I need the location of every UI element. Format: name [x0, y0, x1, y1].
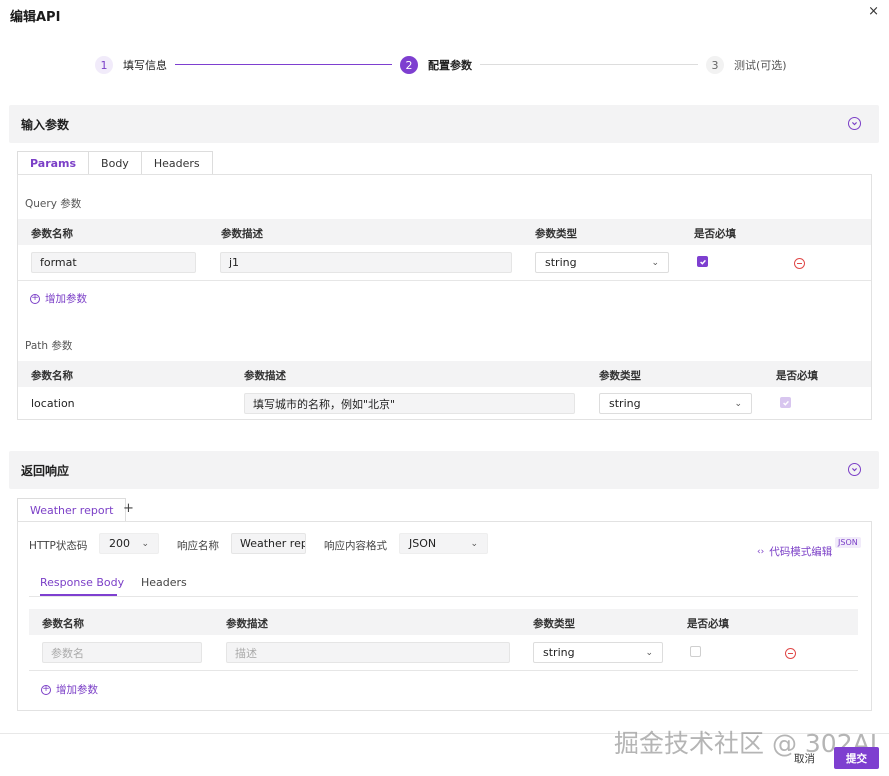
chevron-down-icon: ⌄ [470, 538, 478, 549]
path-param-name: location [31, 397, 75, 410]
path-param-desc-input[interactable]: 填写城市的名称，例如"北京" [244, 393, 575, 414]
chevron-down-icon: ⌄ [141, 538, 149, 549]
response-tabs: Weather report [17, 498, 127, 522]
tab-headers[interactable]: Headers [141, 151, 213, 175]
query-param-name-input[interactable]: format [31, 252, 196, 273]
step-2-label: 配置参数 [428, 59, 472, 72]
path-params-title: Path 参数 [25, 340, 73, 352]
col-required: 是否必填 [687, 618, 729, 630]
step-2: 2 配置参数 [400, 55, 472, 75]
query-params-title: Query 参数 [25, 198, 82, 210]
content-type-select[interactable]: JSON ⌄ [399, 533, 488, 554]
tab-params[interactable]: Params [17, 151, 90, 175]
remove-param-icon[interactable] [785, 648, 796, 659]
response-title: 返回响应 [21, 463, 70, 478]
response-param-desc-input[interactable]: 描述 [226, 642, 510, 663]
tab-response-headers[interactable]: Headers [141, 576, 187, 589]
step-1-label: 填写信息 [123, 59, 167, 72]
http-status-select[interactable]: 200 ⌄ [99, 533, 159, 554]
query-param-desc-input[interactable]: j1 [220, 252, 512, 273]
remove-param-icon[interactable] [794, 258, 805, 269]
step-1-number: 1 [95, 56, 113, 74]
path-param-type-select[interactable]: string ⌄ [599, 393, 752, 414]
add-query-param-label: 增加参数 [45, 293, 87, 305]
content-type-value: JSON [409, 537, 437, 550]
tab-weather-report[interactable]: Weather report [17, 498, 127, 522]
add-response-tab-button[interactable]: + [123, 501, 134, 516]
step-3-label: 测试(可选) [734, 59, 787, 72]
sub-tab-divider [29, 596, 858, 597]
col-required: 是否必填 [694, 228, 736, 240]
http-status-label: HTTP状态码 [29, 540, 88, 552]
query-param-type-value: string [545, 256, 577, 269]
plus-circle-icon: + [30, 293, 40, 304]
path-table-header: 参数名称 参数描述 参数类型 是否必填 [18, 361, 871, 387]
tab-response-body[interactable]: Response Body [40, 576, 124, 589]
code-mode-label: 代码模式编辑 [769, 546, 833, 558]
input-tabs: Params Body Headers [17, 151, 213, 175]
close-icon[interactable]: × [868, 4, 879, 19]
col-param-name: 参数名称 [31, 228, 73, 240]
chevron-down-icon[interactable] [848, 463, 861, 476]
response-param-type-value: string [543, 646, 575, 659]
step-2-number: 2 [400, 56, 418, 74]
response-param-type-select[interactable]: string ⌄ [533, 642, 663, 663]
code-icon: ‹› [757, 546, 765, 557]
response-header[interactable]: 返回响应 [9, 451, 879, 489]
row-divider [29, 670, 858, 671]
input-params-title: 输入参数 [21, 117, 70, 132]
path-required-checkbox [780, 397, 791, 408]
path-param-type-value: string [609, 397, 641, 410]
response-param-name-input[interactable]: 参数名 [42, 642, 202, 663]
col-param-type: 参数类型 [533, 618, 575, 630]
query-table-header: 参数名称 参数描述 参数类型 是否必填 [18, 219, 871, 245]
chevron-down-icon: ⌄ [734, 398, 742, 409]
response-table-header: 参数名称 参数描述 参数类型 是否必填 [29, 609, 858, 635]
col-param-type: 参数类型 [599, 370, 641, 382]
col-param-type: 参数类型 [535, 228, 577, 240]
tab-body[interactable]: Body [89, 151, 142, 175]
chevron-down-icon[interactable] [848, 117, 861, 130]
response-name-input[interactable]: Weather rep [231, 533, 306, 554]
step-connector-1 [175, 64, 392, 65]
modal-title: 编辑API [10, 9, 61, 25]
json-badge: JSON [835, 537, 861, 548]
stepper: 1 填写信息 2 配置参数 3 测试(可选) [95, 55, 795, 77]
chevron-down-icon: ⌄ [645, 647, 653, 658]
col-param-name: 参数名称 [42, 618, 84, 630]
add-response-param-button[interactable]: + 增加参数 [41, 682, 98, 697]
submit-button[interactable]: 提交 [834, 747, 879, 769]
step-1: 1 填写信息 [95, 55, 167, 75]
step-3: 3 测试(可选) [706, 55, 787, 75]
col-param-desc: 参数描述 [226, 618, 268, 630]
response-required-checkbox[interactable] [690, 646, 701, 657]
content-type-label: 响应内容格式 [324, 540, 387, 552]
step-connector-2 [480, 64, 698, 65]
add-response-param-label: 增加参数 [56, 684, 98, 696]
plus-circle-icon: + [41, 684, 51, 695]
query-required-checkbox[interactable] [697, 256, 708, 267]
modal-header: 编辑API [0, 0, 889, 30]
input-params-header[interactable]: 输入参数 [9, 105, 879, 143]
step-3-number: 3 [706, 56, 724, 74]
cancel-button[interactable]: 取消 [786, 747, 823, 769]
add-query-param-button[interactable]: + 增加参数 [30, 291, 87, 306]
chevron-down-icon: ⌄ [651, 257, 659, 268]
row-divider [18, 280, 871, 281]
query-param-type-select[interactable]: string ⌄ [535, 252, 669, 273]
col-param-desc: 参数描述 [221, 228, 263, 240]
code-mode-edit-button[interactable]: ‹› 代码模式编辑 [757, 544, 832, 559]
col-required: 是否必填 [776, 370, 818, 382]
col-param-name: 参数名称 [31, 370, 73, 382]
response-name-label: 响应名称 [177, 540, 219, 552]
col-param-desc: 参数描述 [244, 370, 286, 382]
http-status-value: 200 [109, 537, 130, 550]
